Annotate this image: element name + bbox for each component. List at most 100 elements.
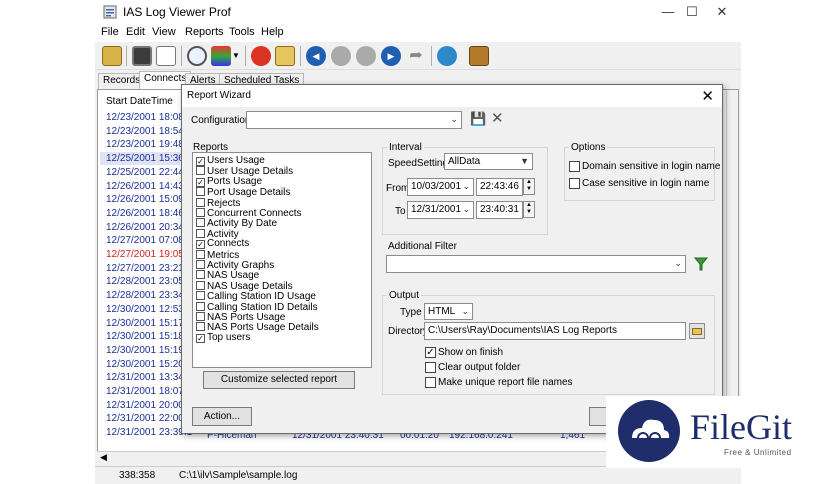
delete-configuration-icon[interactable]: ✕: [491, 109, 504, 127]
report-checkbox[interactable]: [196, 291, 205, 301]
report-item[interactable]: NAS Usage Details: [196, 280, 293, 292]
table-row[interactable]: 12/30/2001 12:53:4: [106, 304, 192, 315]
maximize-button[interactable]: ☐: [677, 3, 707, 21]
table-row[interactable]: 12/31/2001 22:00:3: [106, 413, 192, 424]
browse-folder-icon[interactable]: [689, 323, 705, 339]
table-row[interactable]: 12/23/2001 18:08:4: [106, 112, 192, 123]
search-icon[interactable]: [187, 46, 207, 66]
table-row[interactable]: 12/26/2001 18:46:3: [106, 208, 192, 219]
report-checkbox[interactable]: ✓: [196, 333, 205, 343]
make-unique-checkbox[interactable]: [425, 377, 436, 388]
directory-field[interactable]: C:\Users\Ray\Documents\IAS Log Reports: [424, 322, 686, 340]
table-row[interactable]: 12/25/2001 22:44:4: [106, 167, 192, 178]
dialog-close-icon[interactable]: ✕: [701, 87, 714, 105]
table-row[interactable]: 12/31/2001 18:07:1: [106, 386, 192, 397]
from-time-field[interactable]: 22:43:46: [476, 178, 523, 196]
book-icon[interactable]: [469, 46, 489, 66]
table-row[interactable]: 12/27/2001 07:08:3: [106, 235, 192, 246]
table-row[interactable]: 12/30/2001 15:18:1: [106, 331, 192, 342]
output-type-select[interactable]: HTML ⌄: [424, 303, 473, 320]
schedule-icon[interactable]: [275, 46, 295, 66]
report-checkbox[interactable]: [196, 301, 205, 311]
filter-icon[interactable]: [694, 257, 708, 271]
document-icon[interactable]: [156, 46, 176, 66]
report-checkbox[interactable]: [196, 197, 205, 207]
customize-report-button[interactable]: Customize selected report: [203, 371, 355, 389]
additional-filter-select[interactable]: ⌄: [386, 255, 686, 273]
table-row[interactable]: 12/30/2001 15:17:0: [106, 318, 192, 329]
report-checkbox[interactable]: [196, 187, 205, 197]
menu-view[interactable]: View: [152, 26, 176, 38]
last-record-icon[interactable]: ▶: [381, 46, 401, 66]
report-checkbox[interactable]: [196, 228, 205, 238]
from-time-spinner[interactable]: ▲ ▼: [523, 178, 535, 195]
report-checkbox[interactable]: [196, 322, 205, 332]
next-record-icon[interactable]: [356, 46, 376, 66]
domain-sensitive-checkbox[interactable]: [569, 161, 580, 172]
report-item[interactable]: Calling Station ID Usage: [196, 291, 316, 302]
table-row[interactable]: 12/26/2001 15:09:1: [106, 194, 192, 205]
table-row[interactable]: 12/28/2001 23:05:3: [106, 276, 192, 287]
report-item[interactable]: ✓ Ports Usage: [196, 176, 262, 188]
report-checkbox[interactable]: ✓: [196, 240, 205, 250]
column-header-start-datetime[interactable]: Start DateTime: [106, 96, 173, 107]
table-row[interactable]: 12/26/2001 20:34:4: [106, 222, 192, 233]
report-checkbox[interactable]: [196, 270, 205, 280]
report-checkbox[interactable]: [196, 249, 205, 259]
report-item[interactable]: NAS Usage: [196, 270, 259, 281]
table-row[interactable]: 12/23/2001 18:54:5: [106, 126, 192, 137]
reports-checklist[interactable]: ✓ Users Usage User Usage Details ✓ Ports Usa…: [192, 152, 372, 368]
report-checkbox[interactable]: [196, 312, 205, 321]
table-row[interactable]: 12/26/2001 14:43:4: [106, 181, 192, 192]
table-row[interactable]: 12/31/2001 20:00:2: [106, 400, 192, 411]
close-button[interactable]: ✕: [707, 3, 737, 21]
menu-reports[interactable]: Reports: [185, 26, 224, 38]
previous-record-icon[interactable]: [331, 46, 351, 66]
report-checkbox[interactable]: [196, 208, 205, 217]
report-item[interactable]: Activity By Date: [196, 218, 277, 229]
to-date-field[interactable]: 12/31/2001 ⌄: [407, 201, 474, 219]
table-row[interactable]: 12/27/2001 23:21:1: [106, 263, 192, 274]
table-row[interactable]: 12/27/2001 19:05:2: [106, 249, 192, 260]
menu-file[interactable]: File: [101, 26, 119, 38]
report-checkbox[interactable]: [196, 280, 205, 290]
report-checkbox[interactable]: [196, 166, 205, 176]
report-item[interactable]: ✓ Top users: [196, 332, 250, 344]
first-record-icon[interactable]: ◀: [306, 46, 326, 66]
open-folder-icon[interactable]: [102, 46, 122, 66]
menu-help[interactable]: Help: [261, 26, 284, 38]
report-item[interactable]: ✓ Connects: [196, 239, 249, 250]
case-sensitive-checkbox[interactable]: [569, 178, 580, 189]
menu-edit[interactable]: Edit: [126, 26, 145, 38]
save-icon[interactable]: [132, 46, 152, 66]
table-row[interactable]: 12/31/2001 13:34:1: [106, 372, 192, 383]
report-item[interactable]: Rejects: [196, 197, 240, 209]
clear-output-checkbox[interactable]: [425, 362, 436, 373]
report-item[interactable]: NAS Ports Usage: [196, 312, 285, 323]
report-checkbox[interactable]: [196, 260, 205, 269]
table-row[interactable]: 12/23/2001 19:48:4: [106, 139, 192, 150]
alert-icon[interactable]: [251, 46, 271, 66]
configuration-select[interactable]: ⌄: [246, 111, 462, 129]
table-row[interactable]: 12/30/2001 15:19:2: [106, 345, 192, 356]
menu-tools[interactable]: Tools: [229, 26, 255, 38]
show-on-finish-checkbox[interactable]: ✓: [425, 347, 436, 358]
table-row[interactable]: 12/31/2001 23:39:1: [106, 427, 192, 438]
report-item[interactable]: ✓ Users Usage: [196, 156, 265, 167]
speed-setting-select[interactable]: AllData ▼: [444, 153, 533, 170]
report-checkbox[interactable]: ✓: [196, 157, 205, 166]
table-row[interactable]: 12/28/2001 23:34:5: [106, 290, 192, 301]
to-time-spinner[interactable]: ▲ ▼: [523, 201, 535, 218]
filter-icon[interactable]: [211, 46, 231, 66]
report-checkbox[interactable]: ✓: [196, 177, 205, 187]
report-item[interactable]: Port Usage Details: [196, 187, 290, 198]
report-item[interactable]: Calling Station ID Details: [196, 301, 318, 313]
redo-arrow-icon[interactable]: ➦: [406, 46, 426, 66]
from-date-field[interactable]: 10/03/2001 ⌄: [407, 178, 474, 196]
to-time-field[interactable]: 23:40:31: [476, 201, 523, 219]
table-row[interactable]: 12/30/2001 15:20:2: [106, 359, 192, 370]
report-item[interactable]: Metrics: [196, 249, 239, 261]
save-configuration-icon[interactable]: 💾: [470, 111, 486, 127]
filter-dropdown-icon[interactable]: ▼: [232, 46, 240, 66]
report-item[interactable]: Activity Graphs: [196, 260, 274, 271]
